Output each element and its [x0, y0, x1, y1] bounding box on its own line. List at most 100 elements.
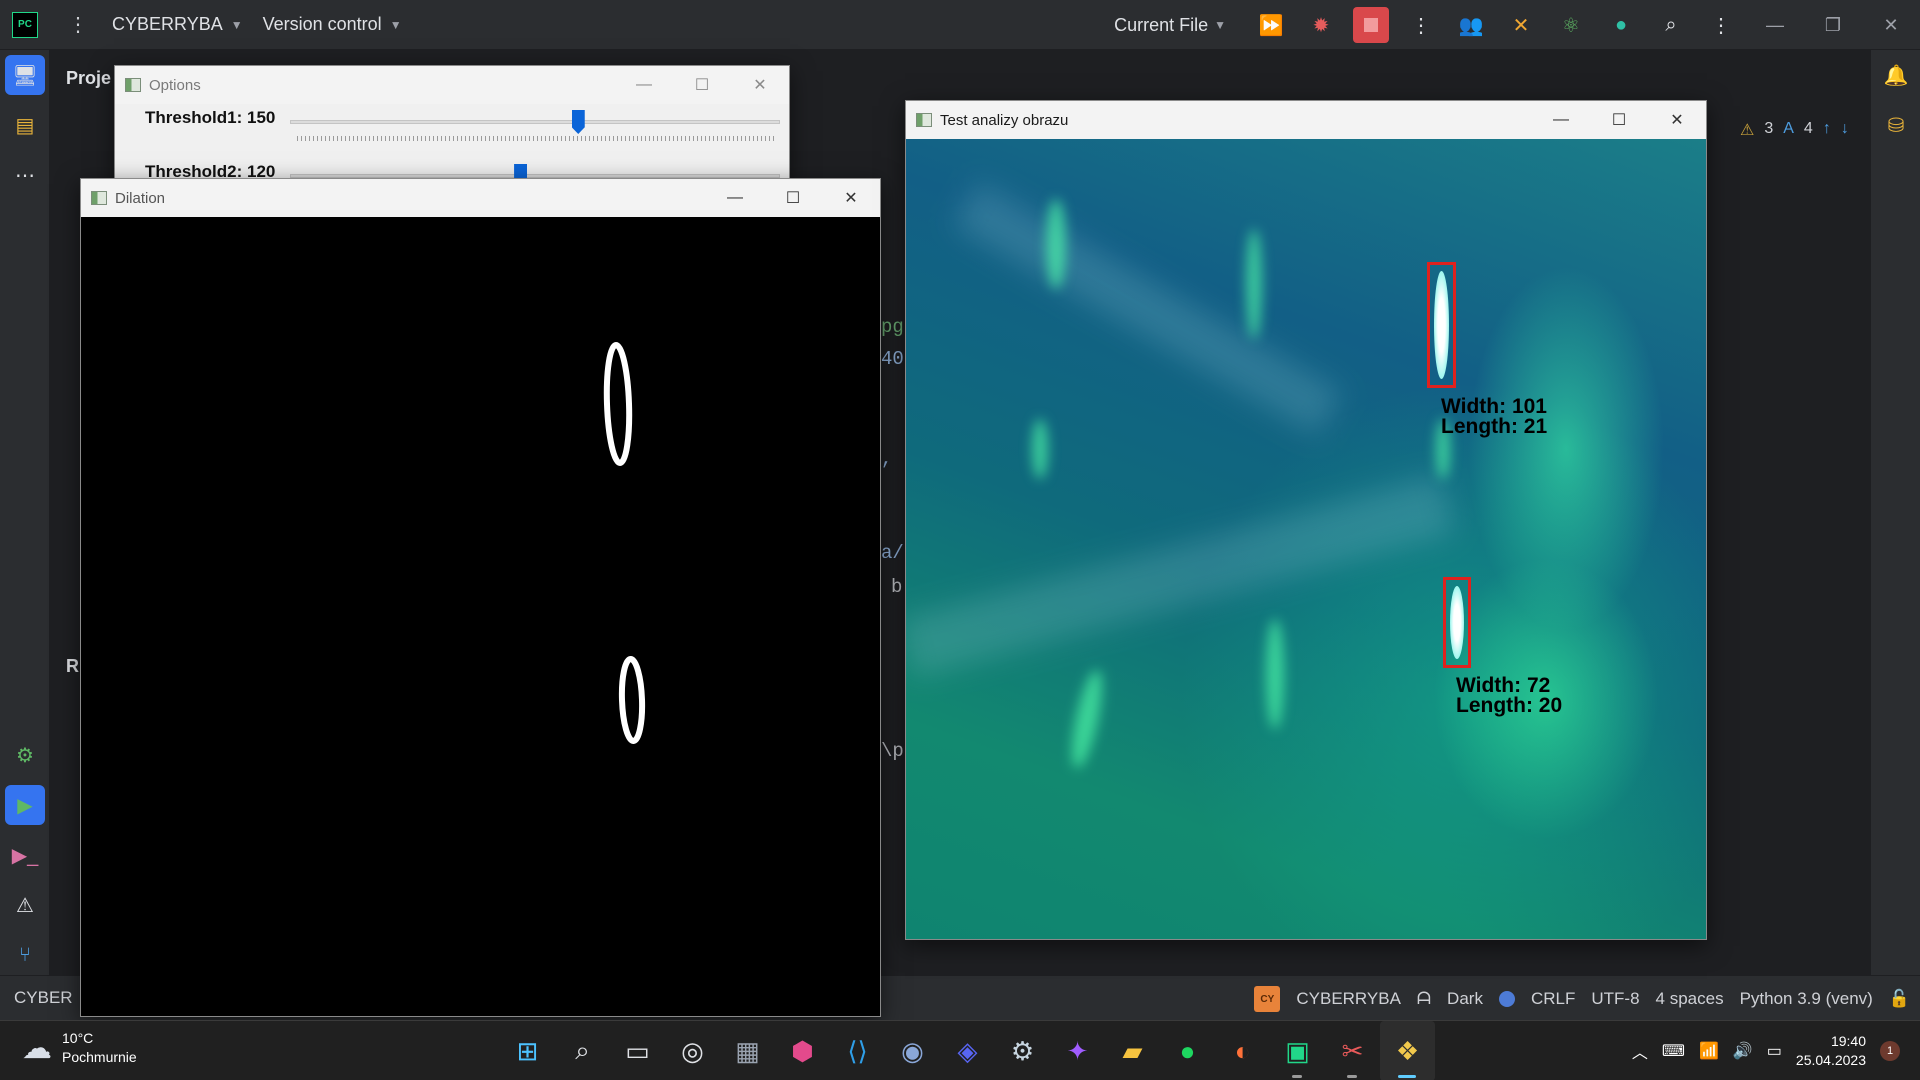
status-project[interactable]: CYBER [14, 988, 73, 1008]
atom-plugin-icon[interactable]: ⚛ [1546, 0, 1596, 50]
maximize-icon[interactable]: ☐ [673, 66, 731, 104]
weather-widget[interactable]: ☁ 10°C Pochmurnie [22, 1029, 137, 1067]
status-indent[interactable]: 4 spaces [1656, 989, 1724, 1009]
volume-icon[interactable]: 🔊 [1733, 1041, 1753, 1061]
pycharm-icon[interactable]: ▣ [1270, 1021, 1325, 1080]
firefox-icon[interactable]: ◐ [1215, 1021, 1270, 1080]
minimize-icon[interactable]: — [615, 66, 673, 104]
code-fragment: b [891, 576, 903, 598]
steam-icon[interactable]: ⚙ [995, 1021, 1050, 1080]
calculator-icon[interactable]: ▦ [720, 1021, 775, 1080]
chevron-up-icon[interactable]: ︿ [1632, 1039, 1648, 1063]
arrow-up-icon[interactable]: ↑ [1823, 120, 1831, 140]
run-config-label: Current File [1114, 14, 1209, 35]
structure-tool-icon[interactable]: ▤ [0, 100, 50, 150]
maximize-icon[interactable]: ☐ [764, 179, 822, 217]
run-config-selector[interactable]: Current File ▼ [1114, 15, 1226, 36]
notifications-icon[interactable]: 🔔 [1871, 50, 1920, 100]
problems-icon[interactable]: ⚠ [0, 880, 50, 930]
windows-taskbar: ☁ 10°C Pochmurnie ⊞ ⌕ ▭ ◎ ▦ ⬢ ⟨⟩ ◉ ◈ ⚙ ✦… [0, 1020, 1920, 1080]
snipping-tool-icon[interactable]: ✂ [1325, 1021, 1380, 1080]
start-icon[interactable]: ⊞ [500, 1021, 555, 1080]
status-dot-icon[interactable]: ● [1596, 0, 1646, 50]
main-menu-icon[interactable]: ⋮ [64, 12, 92, 37]
terminal-icon[interactable]: ▭ [610, 1021, 665, 1080]
dilated-contour-1 [603, 342, 633, 466]
close-icon[interactable]: ✕ [1862, 0, 1920, 50]
database-icon[interactable]: ⛁ [1871, 100, 1920, 150]
minimize-icon[interactable]: — [1532, 101, 1590, 139]
dilation-titlebar[interactable]: Dilation — ☐ ✕ [81, 179, 880, 217]
python-icon[interactable]: ❖ [1380, 1021, 1435, 1080]
round-app-icon[interactable]: ◉ [885, 1021, 940, 1080]
discord-icon[interactable]: ◈ [940, 1021, 995, 1080]
python-packages-icon[interactable]: ⚙ [0, 730, 50, 780]
project-selector[interactable]: CYBERRYBA ▼ [112, 14, 243, 35]
chevron-down-icon: ▼ [389, 17, 402, 32]
obs-icon[interactable]: ◎ [665, 1021, 720, 1080]
threshold1-track[interactable] [290, 120, 780, 124]
jetbrains-toolbox-icon[interactable]: ⬢ [775, 1021, 830, 1080]
run-tool-icon[interactable]: ▶ [5, 785, 45, 825]
restore-icon[interactable]: ❐ [1804, 0, 1862, 50]
close-icon[interactable]: ✕ [731, 66, 789, 104]
clock[interactable]: 19:40 25.04.2023 [1796, 1032, 1866, 1070]
detection-box-2 [1443, 577, 1471, 668]
git-icon[interactable]: ⑂ [0, 930, 50, 980]
minimize-icon[interactable]: — [1746, 0, 1804, 50]
run-icon[interactable]: ⏩ [1246, 0, 1296, 50]
lock-icon[interactable]: 🔓 [1889, 989, 1910, 1009]
dilated-contour-2 [618, 656, 646, 744]
arrow-down-icon[interactable]: ↓ [1841, 120, 1849, 140]
stop-button[interactable] [1353, 7, 1389, 43]
battery-icon[interactable]: ▭ [1767, 1041, 1782, 1061]
project-badge: CY [1254, 986, 1281, 1012]
dilation-window: Dilation — ☐ ✕ [80, 178, 881, 1017]
terminal-icon[interactable]: ▶_ [0, 830, 50, 880]
chevron-down-icon: ▼ [1214, 18, 1226, 32]
wifi-icon[interactable]: 📶 [1699, 1041, 1719, 1061]
green-streak [1046, 199, 1066, 289]
code-with-me-icon[interactable]: 👥 [1446, 0, 1496, 50]
detection-length-2: Length: 20 [1456, 694, 1563, 717]
close-icon[interactable]: ✕ [822, 179, 880, 217]
vscode-icon[interactable]: ⟨⟩ [830, 1021, 885, 1080]
more-actions-icon[interactable]: ⋮ [1396, 0, 1446, 50]
green-streak [1246, 229, 1262, 339]
clock-time: 19:40 [1830, 1033, 1866, 1049]
keyboard-icon[interactable]: ⌨ [1662, 1041, 1685, 1061]
settings-kebab-icon[interactable]: ⋮ [1696, 0, 1746, 50]
options-titlebar[interactable]: Options — ☐ ✕ [115, 66, 789, 104]
inspection-widget[interactable]: ⚠ 3 A4 ↑ ↓ [1740, 120, 1849, 140]
status-interpreter[interactable]: Python 3.9 (venv) [1740, 989, 1873, 1009]
search-icon[interactable]: ⌕ [555, 1021, 610, 1080]
green-streak [1065, 667, 1109, 771]
dilation-title: Dilation [115, 189, 166, 207]
chevron-down-icon: ▼ [230, 17, 243, 32]
threshold1-slider[interactable] [571, 110, 585, 134]
search-icon[interactable]: ⌕ [1646, 0, 1696, 50]
pycharm-logo-icon[interactable]: PC [12, 11, 38, 38]
status-line-separator[interactable]: CRLF [1531, 989, 1575, 1009]
detection-label-1: Width: 101 Length: 21 [1441, 396, 1548, 438]
spotify-icon[interactable]: ● [1160, 1021, 1215, 1080]
more-tools-icon[interactable]: ⋯ [0, 150, 50, 200]
vcs-menu[interactable]: Version control ▼ [263, 14, 402, 35]
maximize-icon[interactable]: ☐ [1590, 101, 1648, 139]
debug-icon[interactable]: ✹ [1296, 0, 1346, 50]
status-theme[interactable]: Dark [1447, 989, 1483, 1009]
light-beam [906, 475, 1455, 678]
minimize-icon[interactable]: — [706, 179, 764, 217]
messenger-icon[interactable]: ✦ [1050, 1021, 1105, 1080]
notification-badge[interactable]: 1 [1880, 1041, 1900, 1061]
project-tool-icon[interactable]: 🖥 [5, 55, 45, 95]
clock-date: 25.04.2023 [1795, 1052, 1866, 1068]
system-tray: ︿ ⌨ 📶 🔊 ▭ 19:40 25.04.2023 1 [1632, 1021, 1900, 1080]
detection-length-1: Length: 21 [1441, 415, 1548, 438]
build-tools-icon[interactable]: ✕ [1496, 0, 1546, 50]
close-icon[interactable]: ✕ [1648, 101, 1706, 139]
status-project-name[interactable]: CYBERRYBA [1296, 989, 1401, 1009]
analysis-titlebar[interactable]: Test analizy obrazu — ☐ ✕ [906, 101, 1706, 139]
file-explorer-icon[interactable]: ▰ [1105, 1021, 1160, 1080]
status-encoding[interactable]: UTF-8 [1591, 989, 1639, 1009]
